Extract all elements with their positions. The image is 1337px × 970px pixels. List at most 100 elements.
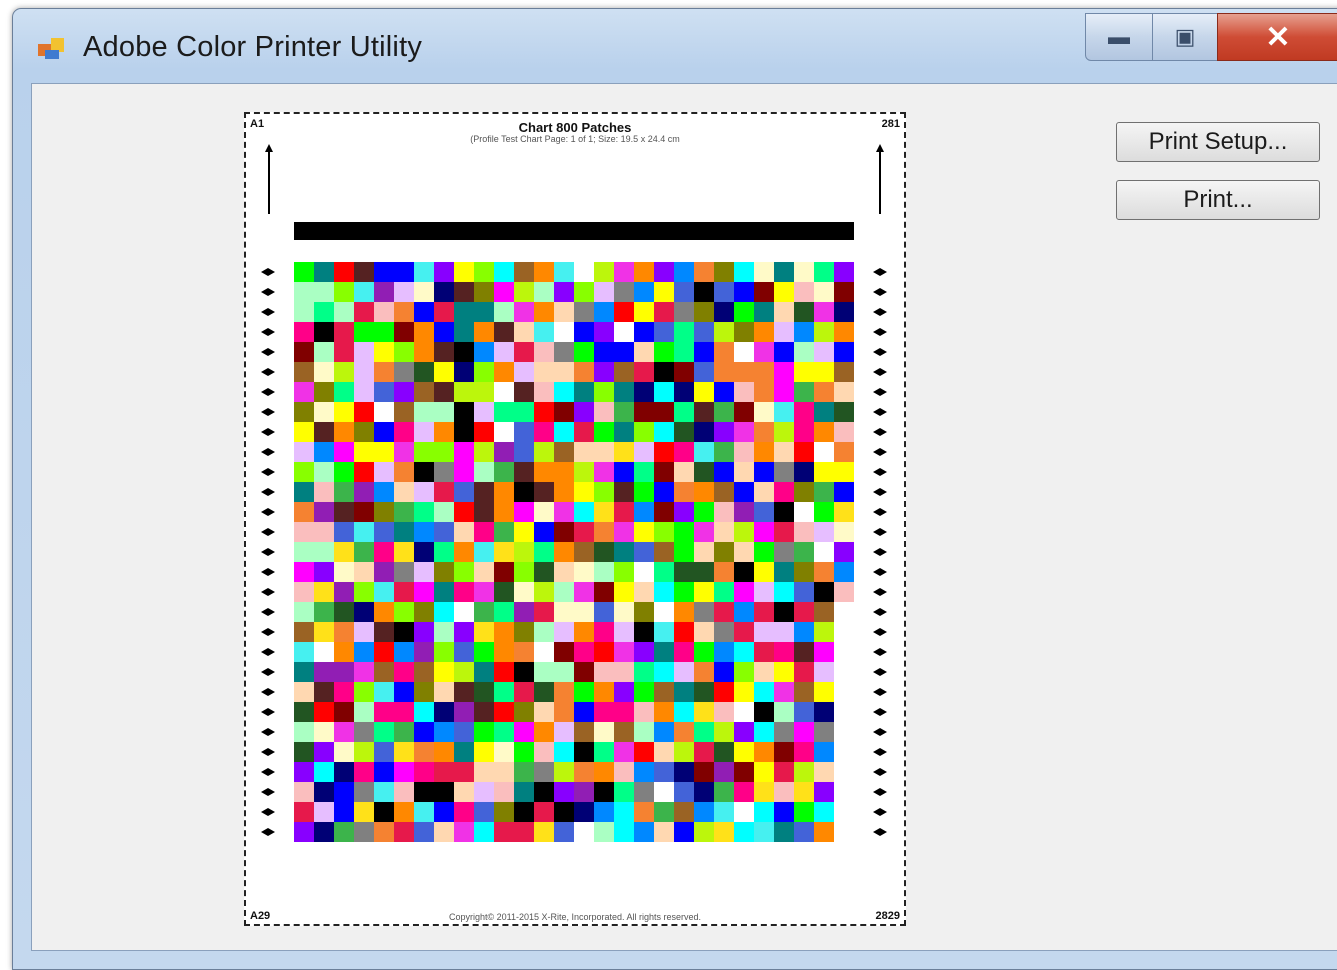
color-patch [534, 442, 554, 462]
color-patch [754, 302, 774, 322]
color-patch [434, 662, 454, 682]
color-patch [374, 582, 394, 602]
registration-mark [873, 448, 887, 456]
color-patch [694, 442, 714, 462]
registration-marks-left [261, 268, 275, 836]
color-patch [794, 722, 814, 742]
color-patch [334, 362, 354, 382]
color-patch [434, 642, 454, 662]
color-patch [514, 262, 534, 282]
color-patch [674, 682, 694, 702]
color-patch [634, 562, 654, 582]
color-patch [414, 762, 434, 782]
color-patch [534, 562, 554, 582]
color-patch [774, 682, 794, 702]
color-patch [394, 582, 414, 602]
minimize-button[interactable]: ▬ [1085, 13, 1153, 61]
color-patch [594, 742, 614, 762]
color-patch [694, 542, 714, 562]
color-patch [774, 702, 794, 722]
color-patch [614, 462, 634, 482]
color-patch [334, 562, 354, 582]
color-patch [294, 502, 314, 522]
color-patch [794, 262, 814, 282]
color-patch [814, 302, 834, 322]
color-patch [734, 262, 754, 282]
color-patch [714, 802, 734, 822]
color-patch [394, 702, 414, 722]
color-patch [734, 782, 754, 802]
color-patch [814, 262, 834, 282]
color-patch [794, 742, 814, 762]
color-patch [574, 342, 594, 362]
color-patch [594, 822, 614, 842]
color-patch [294, 282, 314, 302]
color-patch [414, 342, 434, 362]
color-patch [614, 822, 634, 842]
color-patch [734, 442, 754, 462]
color-patch [374, 642, 394, 662]
color-patch [634, 682, 654, 702]
maximize-button[interactable]: ▣ [1152, 13, 1218, 61]
registration-mark [261, 788, 275, 796]
color-patch [594, 362, 614, 382]
color-patch [574, 782, 594, 802]
color-patch [554, 822, 574, 842]
maximize-icon: ▣ [1174, 24, 1196, 49]
color-patch [574, 582, 594, 602]
color-patch [654, 402, 674, 422]
color-patch [714, 342, 734, 362]
color-patch [494, 502, 514, 522]
color-patch [534, 682, 554, 702]
color-patch [294, 642, 314, 662]
color-patch [774, 742, 794, 762]
registration-mark [261, 768, 275, 776]
color-patch [734, 362, 754, 382]
color-patch [814, 742, 834, 762]
color-patch [694, 382, 714, 402]
color-patch [794, 542, 814, 562]
color-patch [534, 622, 554, 642]
color-patch [714, 282, 734, 302]
color-patch [754, 282, 774, 302]
color-patch [314, 302, 334, 322]
color-patch [694, 522, 714, 542]
color-patch [754, 322, 774, 342]
color-patch [834, 562, 854, 582]
print-setup-button[interactable]: Print Setup... [1116, 122, 1320, 162]
color-patch [714, 542, 734, 562]
color-patch [394, 662, 414, 682]
color-patch [534, 602, 554, 622]
color-patch [574, 742, 594, 762]
color-patch [354, 822, 374, 842]
color-patch [474, 282, 494, 302]
registration-mark [873, 728, 887, 736]
color-patch [654, 502, 674, 522]
app-icon [38, 38, 64, 59]
color-patch [434, 342, 454, 362]
color-patch [434, 762, 454, 782]
color-patch [754, 462, 774, 482]
color-patch [634, 502, 654, 522]
color-patch [434, 702, 454, 722]
color-patch [354, 602, 374, 622]
color-patch [434, 602, 454, 622]
color-patch [714, 622, 734, 642]
color-patch [634, 762, 654, 782]
color-patch [594, 522, 614, 542]
title-bar[interactable]: Adobe Color Printer Utility ▬ ▣ ✕ [13, 9, 1337, 85]
color-patch [734, 502, 754, 522]
color-patch [574, 662, 594, 682]
color-patch [734, 622, 754, 642]
registration-mark [261, 448, 275, 456]
color-patch [394, 402, 414, 422]
color-patch [414, 422, 434, 442]
color-patch [514, 562, 534, 582]
color-patch [754, 362, 774, 382]
color-patch [814, 462, 834, 482]
color-patch [694, 582, 714, 602]
close-button[interactable]: ✕ [1217, 13, 1337, 61]
print-button[interactable]: Print... [1116, 180, 1320, 220]
color-patch [694, 322, 714, 342]
color-patch [614, 622, 634, 642]
